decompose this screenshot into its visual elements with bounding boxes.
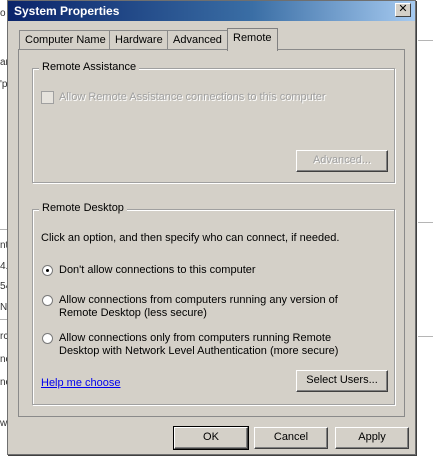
- radio-allow-nla-only[interactable]: [42, 333, 53, 344]
- background-text: o: [0, 8, 6, 19]
- radio-allow-any-version-label: Allow connections from computers running…: [59, 294, 338, 306]
- tab-hardware[interactable]: Hardware: [109, 30, 169, 50]
- apply-button[interactable]: Apply: [335, 427, 409, 449]
- dialog-title: System Properties: [14, 4, 120, 18]
- radio-allow-any-version-label-line2: Remote Desktop (less secure): [59, 307, 207, 319]
- background-divider: [418, 222, 433, 223]
- tab-label: Advanced: [173, 34, 222, 46]
- radio-allow-nla-only-label: Allow connections only from computers ru…: [59, 332, 332, 344]
- remote-tab-panel: Remote Assistance Allow Remote Assistanc…: [18, 49, 405, 417]
- allow-remote-assistance-checkbox[interactable]: [41, 91, 54, 104]
- help-me-choose-link[interactable]: Help me choose: [41, 377, 121, 390]
- remote-desktop-instruction: Click an option, and then specify who ca…: [41, 232, 340, 244]
- tab-advanced[interactable]: Advanced: [167, 30, 228, 50]
- tab-label: Remote: [233, 32, 272, 44]
- tab-label: Computer Name: [25, 34, 106, 46]
- remote-desktop-legend: Remote Desktop: [39, 202, 127, 214]
- tab-remote[interactable]: Remote: [227, 28, 278, 51]
- remote-desktop-group: Remote Desktop Click an option, and then…: [32, 202, 395, 405]
- radio-dont-allow-label: Don't allow connections to this computer: [59, 264, 256, 276]
- radio-dont-allow[interactable]: [42, 265, 53, 276]
- background-divider: [418, 40, 433, 41]
- remote-assistance-legend: Remote Assistance: [39, 61, 140, 73]
- allow-remote-assistance-label: Allow Remote Assistance connections to t…: [59, 91, 326, 103]
- background-divider: [418, 336, 433, 337]
- tab-label: Hardware: [115, 34, 163, 46]
- select-users-button[interactable]: Select Users...: [296, 370, 388, 392]
- close-icon: ✕: [398, 3, 408, 15]
- advanced-button[interactable]: Advanced...: [296, 150, 388, 172]
- close-button[interactable]: ✕: [395, 3, 411, 17]
- remote-assistance-group: Remote Assistance Allow Remote Assistanc…: [32, 61, 395, 183]
- radio-allow-nla-only-label-line2: Desktop with Network Level Authenticatio…: [59, 345, 339, 357]
- title-bar[interactable]: System Properties ✕: [8, 1, 415, 21]
- cancel-button[interactable]: Cancel: [254, 427, 328, 449]
- tab-computer-name[interactable]: Computer Name: [19, 30, 112, 50]
- ok-button[interactable]: OK: [173, 426, 249, 450]
- system-properties-dialog: System Properties ✕ Computer Name Hardwa…: [7, 0, 416, 455]
- radio-allow-any-version[interactable]: [42, 295, 53, 306]
